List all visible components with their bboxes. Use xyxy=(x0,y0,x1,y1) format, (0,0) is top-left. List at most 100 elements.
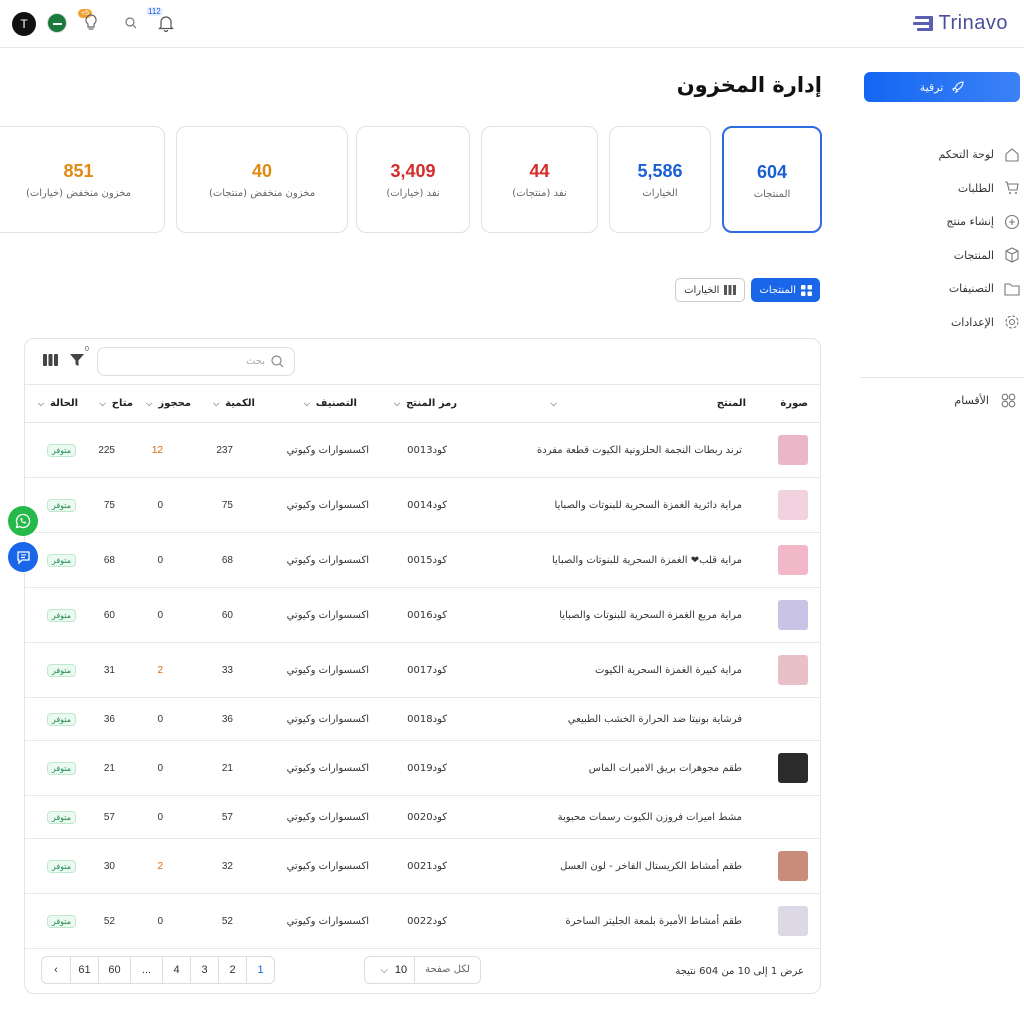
sidebar-item-sections[interactable]: الأقسام xyxy=(860,388,1024,412)
col-label: متاح xyxy=(111,398,133,409)
lightbulb-icon[interactable] xyxy=(84,14,98,32)
cell-product-name[interactable]: مراية كبيرة الغمزة السحرية الكيوت xyxy=(457,642,764,698)
cell-product-name[interactable]: طقم مجوهرات بريق الاميرات الماس xyxy=(457,740,764,796)
plus-circle-icon xyxy=(1004,214,1020,229)
user-avatar[interactable]: T xyxy=(12,12,36,36)
page-title: إدارة المخزون xyxy=(676,73,822,97)
cell-reserved: 12 xyxy=(133,422,191,478)
product-thumbnail[interactable] xyxy=(778,545,808,575)
whatsapp-button[interactable] xyxy=(8,506,38,536)
sidebar-item-create-product[interactable]: إنشاء منتج xyxy=(860,205,1024,239)
status-badge: متوفر xyxy=(46,712,76,726)
page-button[interactable]: 2 xyxy=(218,957,246,983)
table-row[interactable]: ترند ربطات النجمة الحلزونية الكيوت قطعة … xyxy=(25,422,820,478)
stat-card-variants[interactable]: 5,586 الخيارات xyxy=(609,126,711,233)
table-row[interactable]: مراية كبيرة الغمزة السحرية الكيوت كود0017… xyxy=(25,642,820,698)
product-thumbnail[interactable] xyxy=(778,655,808,685)
table-row[interactable]: فرشاية بونيتا ضد الحرارة الخشب الطبيعي كو… xyxy=(25,697,820,741)
cell-reserved: 0 xyxy=(133,740,191,796)
sidebar-item-label: الطلبات xyxy=(957,181,994,195)
stat-card-low-stock-variants[interactable]: 851 مخزون منخفض (خيارات) xyxy=(0,126,165,233)
table-row[interactable]: طقم مجوهرات بريق الاميرات الماس كود0019 اك… xyxy=(25,740,820,796)
per-page-select[interactable]: لكل صفحة 10 ⌵ xyxy=(364,956,481,984)
cell-product-name[interactable]: مراية مربع الغمزة السحرية للبنوتات والصب… xyxy=(457,587,764,643)
cell-quantity: 21 xyxy=(191,740,261,796)
page-button[interactable]: 60 xyxy=(98,957,130,983)
sidebar-divider xyxy=(860,377,1024,378)
sidebar: ترقية لوحة التحكم الطلبات إنشاء منتج الم… xyxy=(860,48,1024,1017)
col-sku[interactable]: رمز المنتج ⌵ xyxy=(379,384,457,423)
sidebar-item-orders[interactable]: الطلبات xyxy=(860,172,1024,206)
sidebar-item-products[interactable]: المنتجات xyxy=(860,239,1024,273)
page-button[interactable]: 1 xyxy=(246,957,274,983)
cell-available: 36 xyxy=(78,697,133,741)
language-flag-icon[interactable] xyxy=(47,13,67,33)
cell-product-name[interactable]: فرشاية بونيتا ضد الحرارة الخشب الطبيعي xyxy=(457,697,764,741)
search-icon[interactable] xyxy=(125,17,137,29)
sidebar-item-label: التصنيفات xyxy=(948,282,994,296)
columns-icon[interactable] xyxy=(43,354,58,366)
cell-category: اكسسوارات وكيوتي xyxy=(261,697,379,741)
col-label: الحالة xyxy=(50,398,78,409)
tab-label: المنتجات xyxy=(759,284,796,296)
table-row[interactable]: طقم أمشاط الأميرة بلمعة الجليتر الساحرة ك… xyxy=(25,893,820,949)
filter-icon[interactable] xyxy=(70,353,84,367)
product-thumbnail[interactable] xyxy=(778,435,808,465)
bell-icon[interactable] xyxy=(158,15,174,32)
cell-available: 31 xyxy=(78,642,133,698)
brand-logo[interactable]: Trinavo xyxy=(912,12,1008,35)
box-icon xyxy=(1005,247,1019,263)
cell-product-name[interactable]: طقم أمشاط الأميرة بلمعة الجليتر الساحرة xyxy=(457,893,764,949)
table-row[interactable]: مشط اميرات فروزن الكيوت رسمات محبوبة كود0… xyxy=(25,795,820,839)
sidebar-item-dashboard[interactable]: لوحة التحكم xyxy=(860,138,1024,172)
product-thumbnail[interactable] xyxy=(778,600,808,630)
col-label: الكمية xyxy=(225,398,255,409)
tab-products[interactable]: المنتجات xyxy=(751,278,820,302)
cell-reserved: 0 xyxy=(133,532,191,588)
inventory-table-panel: بحث 0 صورة المنتج ⌵ رمز المنتج ⌵ التصنيف ⌵ … xyxy=(24,338,821,994)
product-thumbnail[interactable] xyxy=(778,906,808,936)
table-row[interactable]: طقم أمشاط الكريستال الفاخر - لون العسل كو… xyxy=(25,838,820,894)
product-thumbnail[interactable] xyxy=(778,490,808,520)
product-thumbnail[interactable] xyxy=(778,851,808,881)
page-button[interactable]: 4 xyxy=(162,957,190,983)
stat-card-low-stock-products[interactable]: 40 مخزون منخفض (منتجات) xyxy=(176,126,348,233)
chevron-down-icon: ⌵ xyxy=(37,399,45,408)
stat-label: مخزون منخفض (منتجات) xyxy=(208,188,316,199)
sidebar-item-settings[interactable]: الإعدادات xyxy=(860,306,1024,340)
stat-card-out-of-stock-variants[interactable]: 3,409 نفد (خيارات) xyxy=(356,126,470,233)
search-input[interactable]: بحث xyxy=(97,347,295,376)
col-quantity[interactable]: الكمية ⌵ xyxy=(191,384,261,423)
tab-variants[interactable]: الخيارات xyxy=(675,278,746,302)
table-row[interactable]: مراية مربع الغمزة السحرية للبنوتات والصب… xyxy=(25,587,820,643)
next-page-button[interactable]: › xyxy=(42,957,70,983)
sidebar-item-label: الإعدادات xyxy=(950,315,994,329)
table-row[interactable]: مراية قلب❤ الغمزة السحرية للبنوتات والصب… xyxy=(25,532,820,588)
col-reserved[interactable]: محجوز ⌵ xyxy=(133,384,191,423)
chat-button[interactable] xyxy=(8,542,38,572)
cell-product-name[interactable]: مراية قلب❤ الغمزة السحرية للبنوتات والصب… xyxy=(457,532,764,588)
col-category[interactable]: التصنيف ⌵ xyxy=(261,384,379,423)
col-product[interactable]: المنتج ⌵ xyxy=(457,384,764,423)
status-badge: متوفر xyxy=(46,663,76,677)
cell-product-name[interactable]: طقم أمشاط الكريستال الفاخر - لون العسل xyxy=(457,838,764,894)
table-row[interactable]: مراية دائرية الغمزة السحرية للبنوتات وال… xyxy=(25,477,820,533)
sidebar-item-label: المنتجات xyxy=(953,248,994,262)
cell-sku: كود0022 xyxy=(379,893,457,949)
cell-image xyxy=(764,587,820,643)
cell-product-name[interactable]: مشط اميرات فروزن الكيوت رسمات محبوبة xyxy=(457,795,764,839)
col-available[interactable]: متاح ⌵ xyxy=(78,384,133,423)
sidebar-item-categories[interactable]: التصنيفات xyxy=(860,272,1024,306)
page-button[interactable]: 61 xyxy=(70,957,98,983)
pagination: 1 2 3 4 ... 60 61 › xyxy=(41,956,275,984)
col-status[interactable]: الحالة ⌵ xyxy=(25,384,78,423)
stat-card-products[interactable]: 604 المنتجات xyxy=(722,126,822,233)
upgrade-button[interactable]: ترقية xyxy=(864,72,1020,102)
chevron-down-icon: ⌵ xyxy=(99,399,106,408)
stat-card-out-of-stock-products[interactable]: 44 نفد (منتجات) xyxy=(481,126,598,233)
status-badge: متوفر xyxy=(46,859,76,873)
page-button[interactable]: 3 xyxy=(190,957,218,983)
cell-product-name[interactable]: مراية دائرية الغمزة السحرية للبنوتات وال… xyxy=(457,477,764,533)
cell-product-name[interactable]: ترند ربطات النجمة الحلزونية الكيوت قطعة … xyxy=(457,422,764,478)
product-thumbnail[interactable] xyxy=(778,753,808,783)
